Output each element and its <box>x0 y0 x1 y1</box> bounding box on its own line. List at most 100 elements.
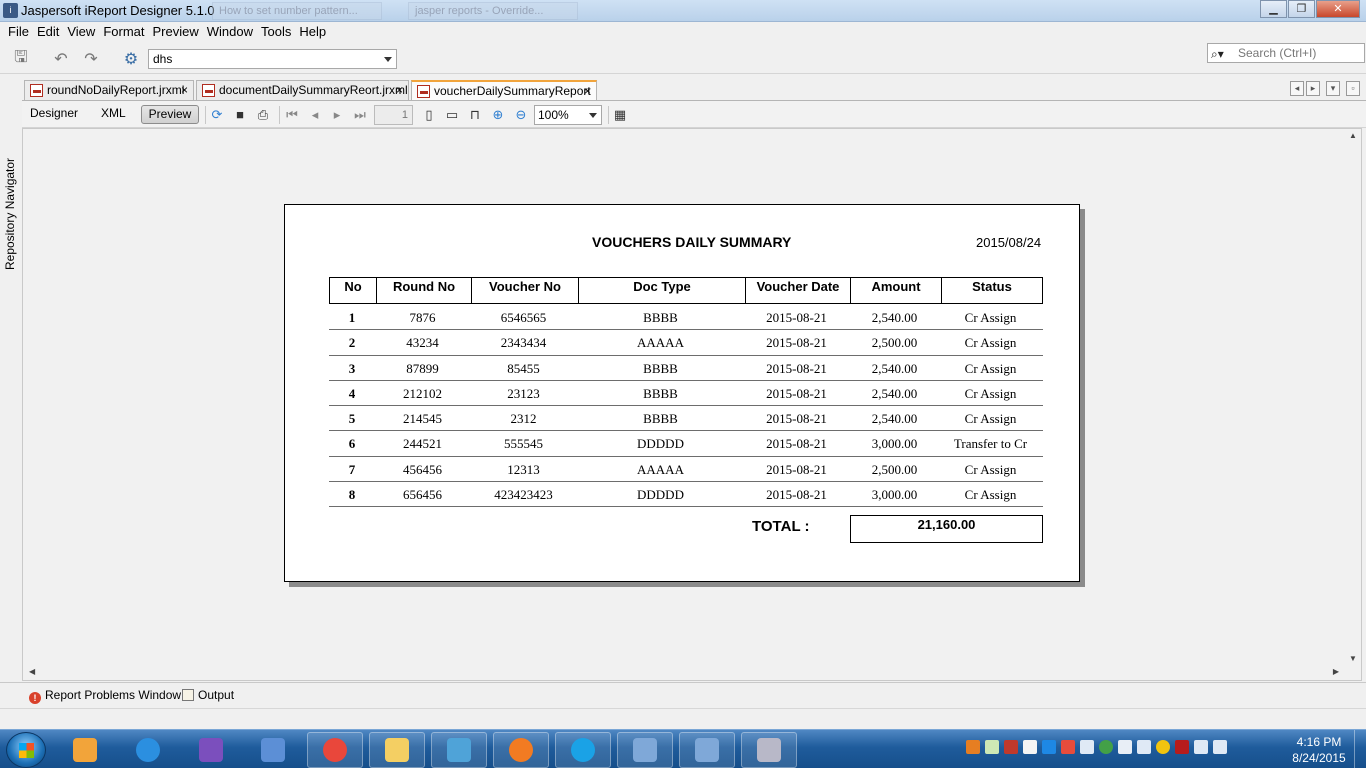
menu-view[interactable]: View <box>63 22 99 42</box>
tab-voucher-daily-summary[interactable]: voucherDailySummaryReport × <box>411 80 597 100</box>
tab-scroll-left-icon[interactable]: ◂ <box>1290 81 1304 96</box>
table-cell: BBBB <box>643 385 678 401</box>
tray-icon[interactable] <box>1061 740 1075 754</box>
close-icon[interactable]: × <box>181 81 188 99</box>
menu-file[interactable]: File <box>4 22 33 42</box>
volume-icon[interactable] <box>1118 740 1132 754</box>
next-page-icon[interactable]: ▸ <box>328 106 346 124</box>
table-cell: 7876 <box>409 310 436 325</box>
taskbar-remote-desktop-button[interactable] <box>245 732 301 768</box>
scroll-down-icon[interactable]: ▼ <box>1349 654 1357 663</box>
table-cell: 2,500.00 <box>871 461 918 477</box>
menu-format[interactable]: Format <box>99 22 148 42</box>
tab-scroll-right-icon[interactable]: ▸ <box>1306 81 1320 96</box>
taskbar-control-panel-button[interactable] <box>431 732 487 768</box>
editor-toolbar: Designer XML Preview ⟳ ■ ⎙ ⏮ ◂ ▸ ⏭ 1 ▯ ▭… <box>22 100 1366 128</box>
show-desktop-button[interactable] <box>1354 730 1366 768</box>
zoom-out-icon[interactable]: ⊖ <box>512 106 530 124</box>
jrxml-file-icon <box>30 84 43 97</box>
tray-icon[interactable] <box>1023 740 1037 754</box>
tray-icon[interactable] <box>1137 740 1151 754</box>
maximize-button[interactable]: ❐ <box>1288 0 1315 18</box>
scroll-up-icon[interactable]: ▲ <box>1349 131 1357 140</box>
taskbar-internet-explorer-button[interactable] <box>120 732 176 768</box>
taskbar-ireport-button[interactable] <box>741 732 797 768</box>
tray-icon[interactable] <box>1156 740 1170 754</box>
scroll-right-icon[interactable]: ▶ <box>1333 667 1339 676</box>
datasource-select[interactable]: dhs <box>148 49 397 69</box>
taskbar-file-explorer-button[interactable] <box>369 732 425 768</box>
reload-icon[interactable]: ⟳ <box>208 106 226 124</box>
taskbar-virtualbox-button[interactable] <box>617 732 673 768</box>
output-tab[interactable]: Output <box>182 688 234 702</box>
save-report-icon[interactable]: ■ <box>231 106 249 124</box>
last-page-icon[interactable]: ⏭ <box>351 106 369 124</box>
tray-icon[interactable] <box>1004 740 1018 754</box>
fit-width-icon[interactable]: ⊓ <box>466 106 484 124</box>
tray-icon[interactable] <box>966 740 980 754</box>
taskbar-visual-studio-button[interactable] <box>183 732 239 768</box>
export-icon[interactable]: ▦ <box>611 106 629 124</box>
menu-tools[interactable]: Tools <box>257 22 295 42</box>
menu-help[interactable]: Help <box>295 22 330 42</box>
table-cell: 656456 <box>403 487 442 503</box>
scroll-left-icon[interactable]: ◀ <box>29 667 35 676</box>
taskbar-virtualbox-button[interactable] <box>679 732 735 768</box>
previous-page-icon[interactable]: ◂ <box>306 106 324 124</box>
table-cell: 8 <box>348 487 356 503</box>
vertical-scrollbar[interactable]: ▲ ▼ <box>1344 129 1361 665</box>
tray-icon[interactable] <box>985 740 999 754</box>
tab-list-dropdown-icon[interactable]: ▾ <box>1326 81 1340 96</box>
preview-tab-button[interactable]: Preview <box>141 105 199 124</box>
close-icon[interactable]: × <box>396 81 403 99</box>
control-panel-icon <box>447 738 471 762</box>
tray-icon[interactable] <box>1042 740 1056 754</box>
repository-navigator-tab[interactable]: Repository Navigator <box>3 158 17 270</box>
tab-document-daily-summary[interactable]: documentDailySummaryReort.jrxml × <box>196 80 409 100</box>
taskbar-chrome-button[interactable] <box>307 732 363 768</box>
windows-taskbar: 4:16 PM 8/24/2015 <box>0 729 1366 768</box>
tray-icon[interactable] <box>1099 740 1113 754</box>
first-page-icon[interactable]: ⏮ <box>283 106 301 124</box>
taskbar-media-player-button[interactable] <box>57 732 113 768</box>
search-input[interactable]: ⌕▾ Search (Ctrl+I) <box>1207 43 1365 63</box>
zoom-value: 100% <box>538 108 569 122</box>
print-icon[interactable]: ⎙ <box>254 106 272 124</box>
column-header: Voucher No <box>471 278 578 303</box>
menu-edit[interactable]: Edit <box>33 22 63 42</box>
save-all-icon[interactable]: 🖫 <box>10 49 32 69</box>
table-row: 4 212102 23123 BBBB 2015-08-21 2,540.00 Cr Ass… <box>329 381 1043 407</box>
zoom-select[interactable]: 100% <box>534 105 602 125</box>
table-cell: 43234 <box>406 335 439 351</box>
bluetooth-icon[interactable] <box>1080 740 1094 754</box>
undo-icon[interactable]: ↶ <box>50 49 72 69</box>
taskbar-clock[interactable]: 4:16 PM 8/24/2015 <box>1286 734 1352 766</box>
fit-page-icon[interactable]: ▭ <box>443 106 461 124</box>
close-icon[interactable]: × <box>584 82 591 100</box>
network-icon[interactable] <box>1213 740 1227 754</box>
report-problems-window-tab[interactable]: ! Report Problems Window <box>29 688 181 704</box>
menu-window[interactable]: Window <box>203 22 257 42</box>
taskbar-skype-button[interactable] <box>555 732 611 768</box>
actual-size-icon[interactable]: ▯ <box>420 106 438 124</box>
designer-tab-button[interactable]: Designer <box>24 105 84 124</box>
redo-icon[interactable]: ↷ <box>80 49 102 69</box>
taskbar-firefox-button[interactable] <box>493 732 549 768</box>
tray-icon[interactable] <box>1175 740 1189 754</box>
menu-preview[interactable]: Preview <box>148 22 202 42</box>
xml-tab-button[interactable]: XML <box>95 105 132 124</box>
minimize-button[interactable]: ▁ <box>1260 0 1287 18</box>
zoom-in-icon[interactable]: ⊕ <box>489 106 507 124</box>
maximize-editor-icon[interactable]: ▫ <box>1346 81 1360 96</box>
close-button[interactable]: ✕ <box>1316 0 1360 18</box>
tray-icon[interactable] <box>1194 740 1208 754</box>
start-button[interactable] <box>6 732 46 768</box>
jrxml-file-icon <box>202 84 215 97</box>
table-cell: 244521 <box>403 436 442 452</box>
datasource-icon[interactable]: ⚙ <box>120 49 142 69</box>
page-number-input[interactable]: 1 <box>374 105 413 125</box>
horizontal-scrollbar[interactable]: ◀ ▶ <box>23 664 1345 680</box>
toolbar-separator <box>608 106 609 124</box>
tab-round-no-daily-report[interactable]: roundNoDailyReport.jrxml × <box>24 80 194 100</box>
table-cell: 2,540.00 <box>871 310 918 325</box>
